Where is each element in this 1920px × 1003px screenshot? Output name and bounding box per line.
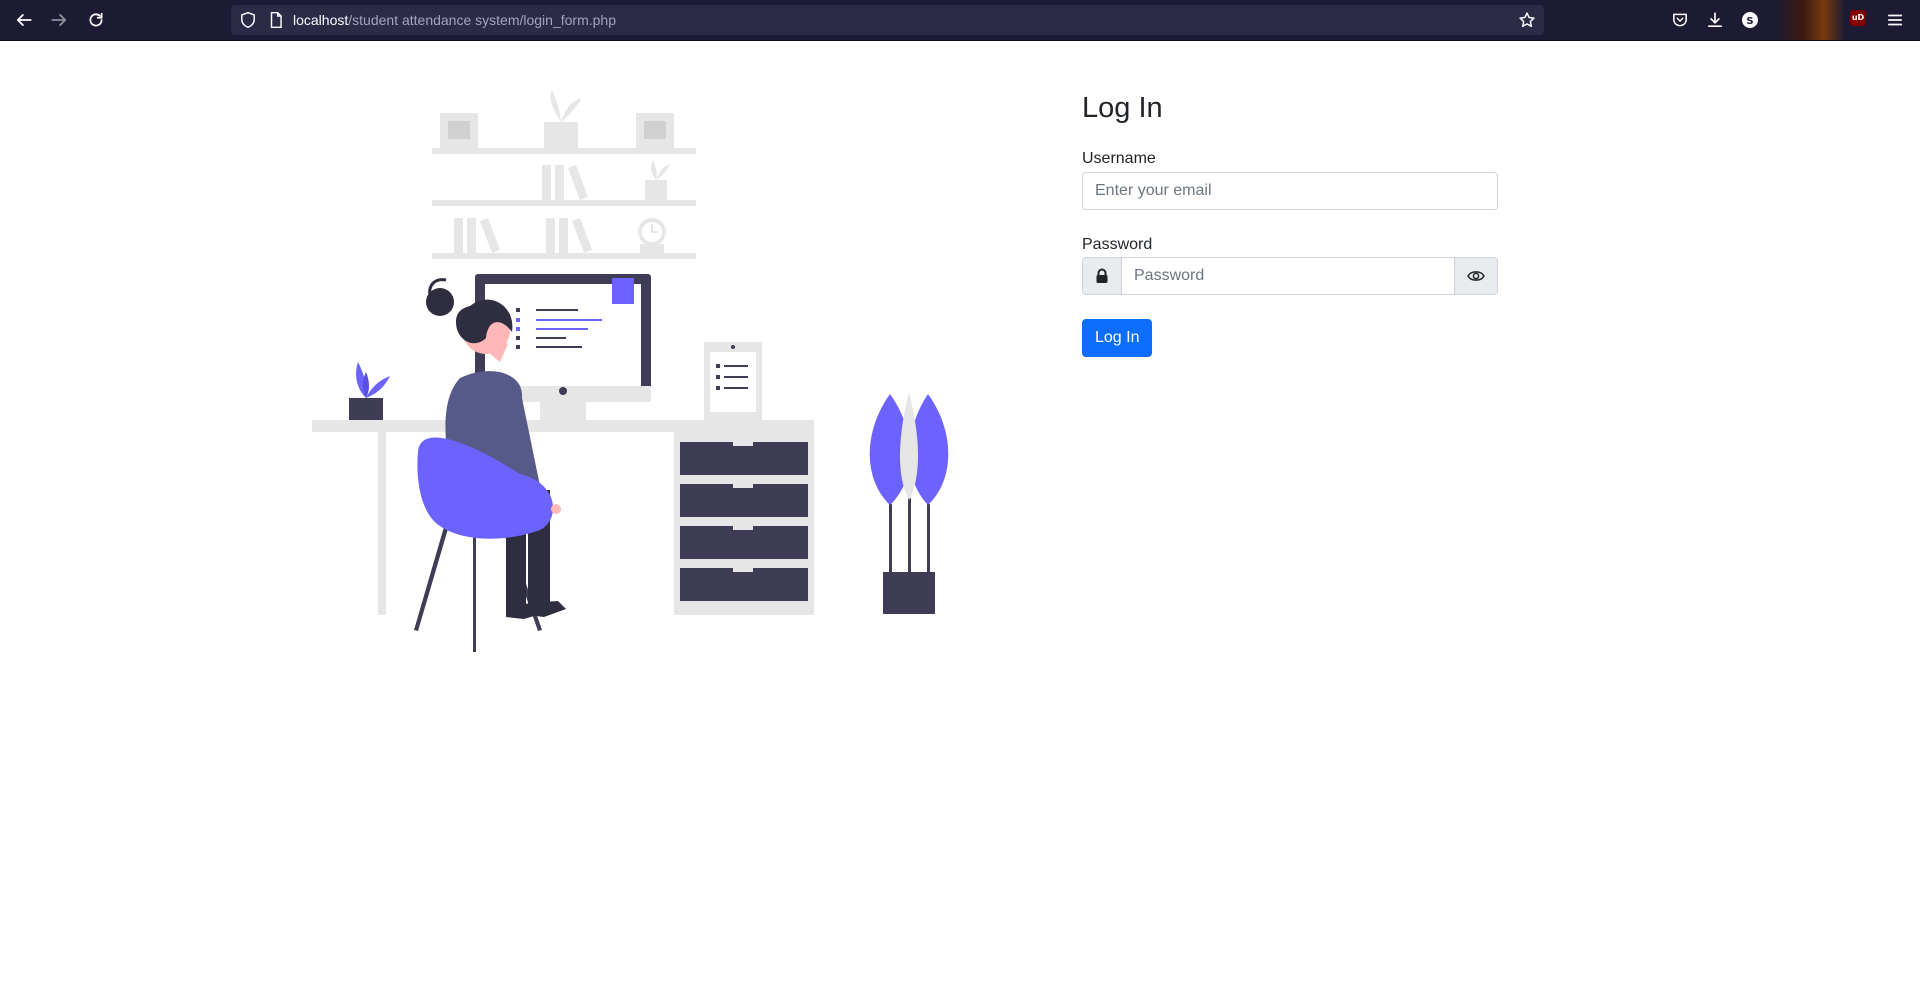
back-button[interactable] (12, 8, 36, 32)
login-button[interactable]: Log In (1082, 319, 1153, 357)
potted-plant-tall-illustration (869, 392, 949, 614)
page-icon[interactable] (267, 11, 285, 34)
browser-toolbar: localhost/student attendance system/logi… (0, 0, 1920, 41)
desk-illustration (312, 420, 814, 615)
username-label: Username (1082, 150, 1156, 167)
login-form: Log In Username Password Log In (1082, 88, 1498, 357)
downloads-button[interactable] (1703, 8, 1727, 32)
shield-icon[interactable] (239, 11, 257, 34)
office-illustration (312, 90, 949, 652)
forward-button[interactable] (47, 8, 71, 32)
download-icon (1707, 12, 1723, 28)
bookshelf-illustration (432, 90, 696, 259)
menu-button[interactable] (1883, 8, 1907, 32)
username-input[interactable] (1082, 172, 1498, 210)
arrow-right-icon (51, 14, 67, 26)
pocket-icon (1673, 13, 1687, 27)
password-label: Password (1082, 236, 1153, 253)
show-password-button[interactable] (1454, 257, 1498, 295)
ublock-icon[interactable]: uD (1850, 10, 1866, 26)
tablet-illustration (704, 342, 762, 420)
url-path: /student attendance system/login_form.ph… (348, 12, 616, 28)
extension-avatar-letter: S (1746, 16, 1753, 27)
url-host: localhost (293, 12, 349, 28)
password-input-group (1082, 257, 1498, 295)
reload-icon (89, 12, 103, 27)
password-input[interactable] (1121, 257, 1455, 295)
pocket-button[interactable] (1668, 8, 1692, 32)
eye-icon (1467, 271, 1485, 281)
lock-icon (1082, 257, 1122, 295)
reload-button[interactable] (84, 8, 108, 32)
page-title: Log In (1082, 92, 1163, 124)
url-text[interactable]: localhost/student attendance system/logi… (293, 5, 616, 35)
star-icon[interactable] (1518, 11, 1536, 34)
potted-plant-small-illustration (349, 362, 390, 420)
arrow-left-icon (16, 14, 32, 26)
url-bar[interactable]: localhost/student attendance system/logi… (231, 5, 1544, 35)
hamburger-menu-icon (1887, 14, 1903, 26)
extension-avatar-icon[interactable]: S (1738, 8, 1762, 32)
toolbar-decoration (1775, 0, 1845, 40)
